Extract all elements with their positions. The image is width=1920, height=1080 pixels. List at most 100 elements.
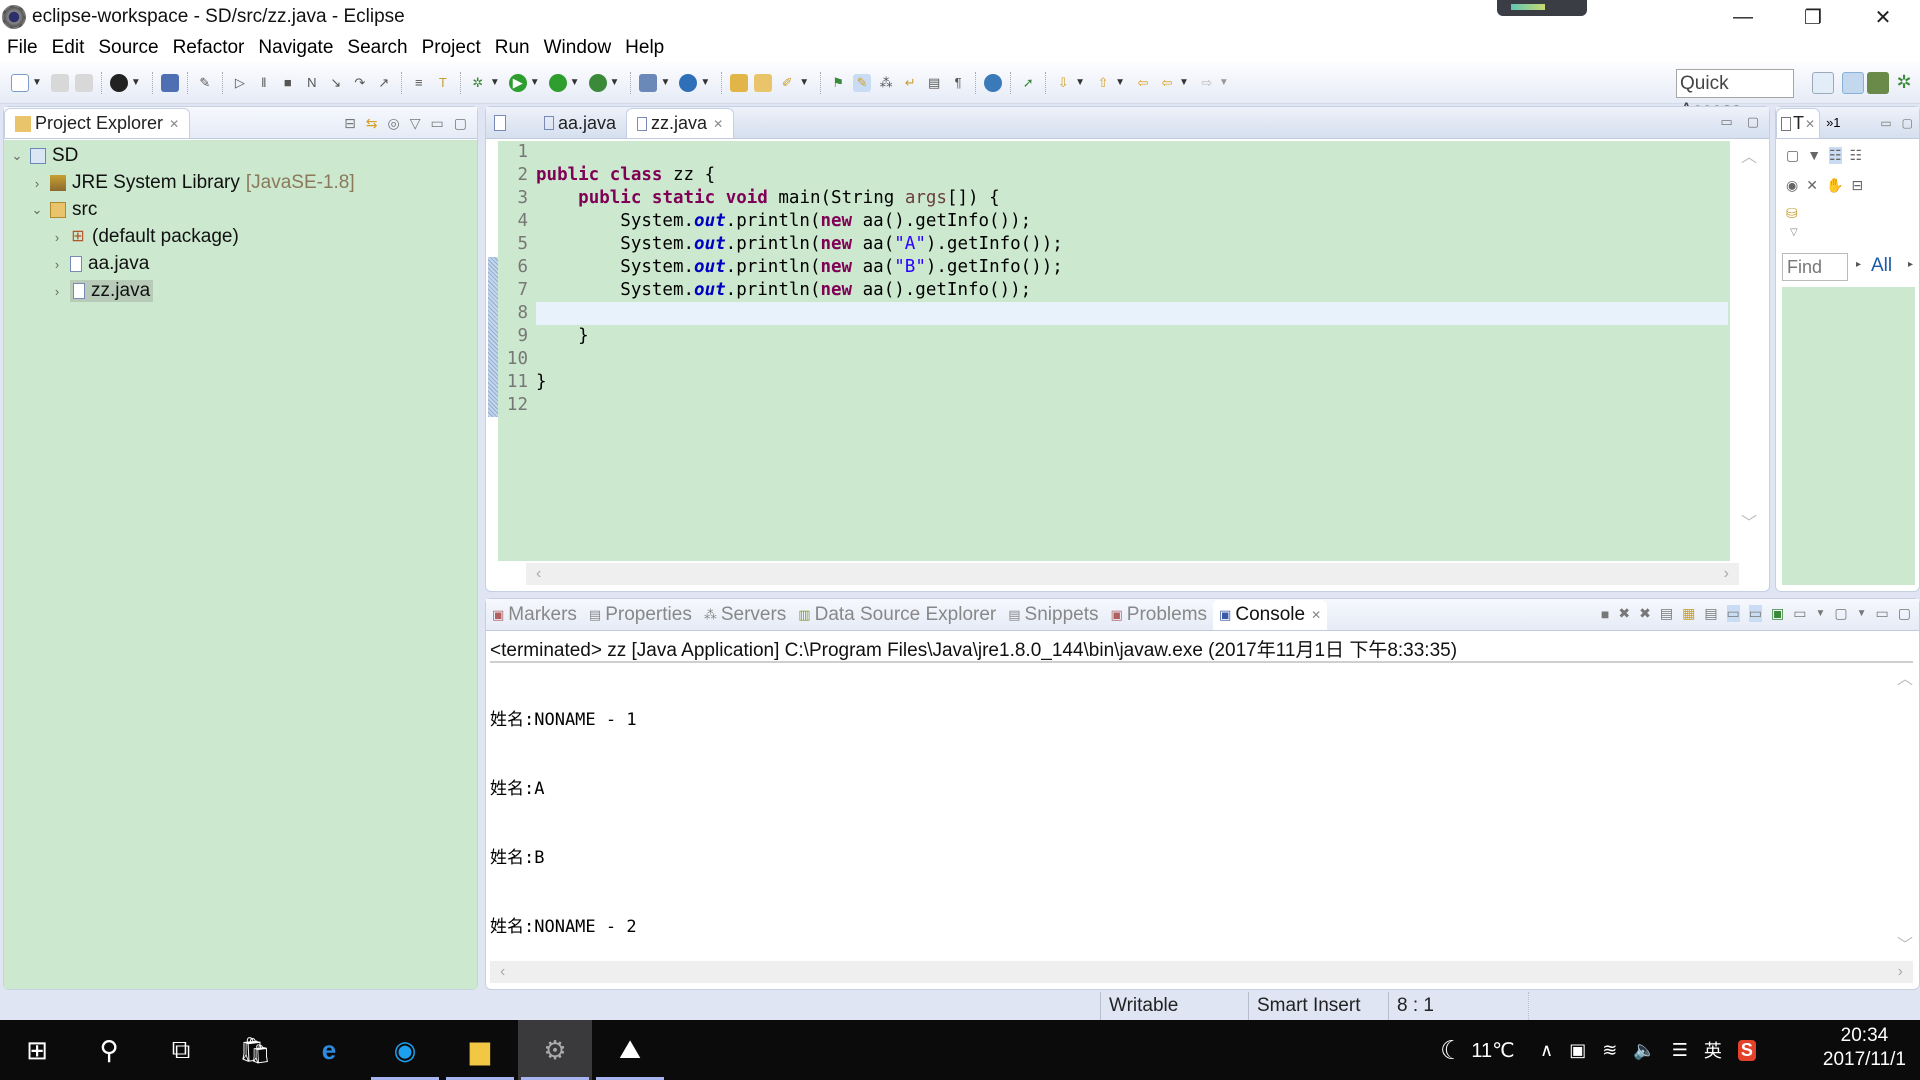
word-wrap-icon[interactable]: ▤ bbox=[1704, 605, 1717, 622]
view-menu-icon[interactable]: ▽ bbox=[410, 115, 421, 132]
repository-icon[interactable]: ⛁ bbox=[1786, 205, 1798, 222]
tab-properties[interactable]: ▤ Properties bbox=[583, 600, 698, 630]
terminate-icon[interactable]: ■ bbox=[279, 74, 297, 92]
tab-console[interactable]: ▣ Console ✕ bbox=[1213, 600, 1328, 630]
tab-task-list[interactable]: T ✕ bbox=[1776, 108, 1821, 138]
forward-dropdown-icon[interactable]: ▼ bbox=[1219, 77, 1229, 88]
link-with-editor-icon[interactable]: ⇆ bbox=[366, 115, 378, 132]
wifi-icon[interactable]: ≋ bbox=[1602, 1040, 1617, 1061]
menu-help[interactable]: Help bbox=[625, 37, 664, 59]
tab-zz-java[interactable]: zz.java ✕ bbox=[626, 108, 735, 138]
all-tasks-link[interactable]: All bbox=[1871, 255, 1892, 277]
save-all-icon[interactable] bbox=[74, 73, 93, 92]
terminal-icon[interactable] bbox=[160, 73, 179, 92]
menu-navigate[interactable]: Navigate bbox=[258, 37, 333, 59]
run-server-icon[interactable] bbox=[548, 73, 567, 92]
ime-indicator[interactable]: 英 bbox=[1704, 1037, 1722, 1063]
step-into-icon[interactable]: ↘ bbox=[327, 74, 345, 92]
next-annotation-dropdown-icon[interactable]: ▼ bbox=[1075, 77, 1085, 88]
menu-source[interactable]: Source bbox=[98, 37, 158, 59]
profile-dropdown-icon[interactable]: ▼ bbox=[131, 77, 141, 88]
new-task-dropdown-icon[interactable]: ▼ bbox=[1807, 147, 1821, 164]
new-java-project-icon[interactable] bbox=[639, 73, 658, 92]
close-icon[interactable]: ✕ bbox=[169, 117, 179, 131]
categorized-icon[interactable]: ☷ bbox=[1829, 147, 1842, 164]
search-icon[interactable]: ✐ bbox=[778, 74, 796, 92]
scroll-right-icon[interactable]: › bbox=[1724, 565, 1729, 583]
tree-node-jre[interactable]: › JRE System Library [JavaSE-1.8] bbox=[30, 170, 355, 196]
task-view-button[interactable]: ⧉ bbox=[144, 1020, 218, 1080]
previous-annotation-dropdown-icon[interactable]: ▼ bbox=[1115, 77, 1125, 88]
editor-vertical-scrollbar[interactable]: ︿ ﹀ bbox=[1739, 143, 1759, 533]
open-console-icon[interactable]: ▢ bbox=[1834, 605, 1847, 622]
eclipse-taskbar-button[interactable]: ⚙ bbox=[518, 1020, 592, 1080]
profile-server-dropdown-icon[interactable]: ▼ bbox=[610, 77, 620, 88]
step-return-icon[interactable]: ↗ bbox=[375, 74, 393, 92]
menu-run[interactable]: Run bbox=[495, 37, 530, 59]
tree-node-sd[interactable]: ⌄ SD bbox=[10, 143, 79, 169]
display-console-dropdown-icon[interactable]: ▼ bbox=[1815, 608, 1825, 619]
new-icon[interactable] bbox=[11, 73, 29, 92]
profile-icon[interactable] bbox=[109, 73, 128, 92]
minimize-view-icon[interactable]: ▭ bbox=[1880, 116, 1891, 130]
minimize-button[interactable]: — bbox=[1708, 0, 1778, 34]
volume-icon[interactable]: 🔈 bbox=[1633, 1040, 1655, 1061]
debug-icon[interactable]: ✲ bbox=[469, 74, 487, 92]
clear-console-icon[interactable]: ▤ bbox=[1660, 605, 1673, 622]
maximize-view-icon[interactable]: ▢ bbox=[454, 115, 467, 132]
tree-node-default-package[interactable]: › ⊞ (default package) bbox=[50, 224, 239, 250]
tab-project-explorer[interactable]: Project Explorer ✕ bbox=[4, 108, 191, 138]
console-output[interactable]: 姓名:NONAME - 1 姓名:A 姓名:B 姓名:NONAME - 2 bbox=[490, 663, 637, 985]
menu-window[interactable]: Window bbox=[544, 37, 612, 59]
show-hidden-icons-button[interactable]: ∧ bbox=[1540, 1040, 1553, 1061]
sync-icon[interactable]: ◉ bbox=[1786, 177, 1798, 194]
close-icon[interactable]: ✕ bbox=[1311, 608, 1321, 622]
all-arrow-icon[interactable]: ▸ bbox=[1908, 259, 1913, 270]
suspend-icon[interactable]: ‖ bbox=[255, 74, 273, 92]
toggle-breadcrumb-icon[interactable]: ⚑ bbox=[829, 74, 847, 92]
minimize-view-icon[interactable]: ▭ bbox=[1876, 605, 1889, 622]
open-web-browser-icon[interactable] bbox=[984, 73, 1003, 92]
scroll-lock-icon[interactable]: ▦ bbox=[1682, 605, 1695, 622]
maximize-view-icon[interactable]: ▢ bbox=[1747, 114, 1759, 130]
hide-completed-icon[interactable]: ✕ bbox=[1806, 177, 1818, 194]
run-icon[interactable]: ▶ bbox=[508, 73, 527, 92]
profile-server-icon[interactable] bbox=[588, 73, 607, 92]
chevron-right-icon[interactable]: › bbox=[50, 284, 64, 299]
scroll-down-icon[interactable]: ﹀ bbox=[1741, 509, 1757, 533]
taskbar-clock[interactable]: 20:34 2017/11/1 bbox=[1823, 1024, 1906, 1072]
resume-icon[interactable]: ▷ bbox=[231, 74, 249, 92]
close-icon[interactable]: ✕ bbox=[713, 117, 723, 131]
new-dropdown-icon[interactable]: ▼ bbox=[32, 77, 42, 88]
minimize-view-icon[interactable]: ▭ bbox=[431, 115, 444, 132]
find-input[interactable]: Find bbox=[1782, 253, 1848, 281]
tree-node-zz-java[interactable]: › zz.java bbox=[50, 278, 154, 304]
editor-list-icon[interactable] bbox=[494, 115, 506, 131]
use-step-filters-icon[interactable]: ≡ bbox=[410, 74, 428, 92]
ie-button[interactable]: e bbox=[292, 1020, 366, 1080]
open-task-icon[interactable] bbox=[754, 73, 773, 92]
tree-node-src[interactable]: ⌄ src bbox=[30, 197, 98, 223]
view-menu-icon[interactable]: ▽ bbox=[1790, 227, 1798, 238]
collapse-all-icon[interactable]: ⊟ bbox=[1851, 177, 1863, 194]
photos-button[interactable]: ⛰ bbox=[593, 1020, 667, 1080]
menu-project[interactable]: Project bbox=[422, 37, 481, 59]
scroll-up-icon[interactable]: ︿ bbox=[1741, 143, 1757, 167]
tab-snippets[interactable]: ▤ Snippets bbox=[1002, 600, 1104, 630]
menu-refactor[interactable]: Refactor bbox=[173, 37, 245, 59]
scroll-right-icon[interactable]: › bbox=[1898, 963, 1903, 981]
battery-icon[interactable]: ▣ bbox=[1569, 1040, 1586, 1061]
new-task-icon[interactable]: ▢ bbox=[1786, 147, 1799, 164]
mark-occurrences-icon[interactable]: ✎ bbox=[853, 73, 872, 92]
next-annotation-icon[interactable]: ⇩ bbox=[1054, 74, 1072, 92]
tab-problems[interactable]: ▣ Problems bbox=[1105, 600, 1214, 630]
scroll-down-icon[interactable]: ﹀ bbox=[1897, 931, 1913, 955]
scroll-up-icon[interactable]: ︿ bbox=[1897, 665, 1913, 689]
pin-console-icon[interactable]: ▣ bbox=[1771, 605, 1784, 622]
menu-edit[interactable]: Edit bbox=[52, 37, 85, 59]
open-type-icon[interactable] bbox=[730, 73, 749, 92]
sogou-ime-icon[interactable]: S bbox=[1737, 1039, 1756, 1061]
launch-icon[interactable]: ➚ bbox=[1019, 74, 1037, 92]
new-class-dropdown-icon[interactable]: ▼ bbox=[700, 77, 710, 88]
terminate-icon[interactable]: ■ bbox=[1601, 606, 1609, 622]
